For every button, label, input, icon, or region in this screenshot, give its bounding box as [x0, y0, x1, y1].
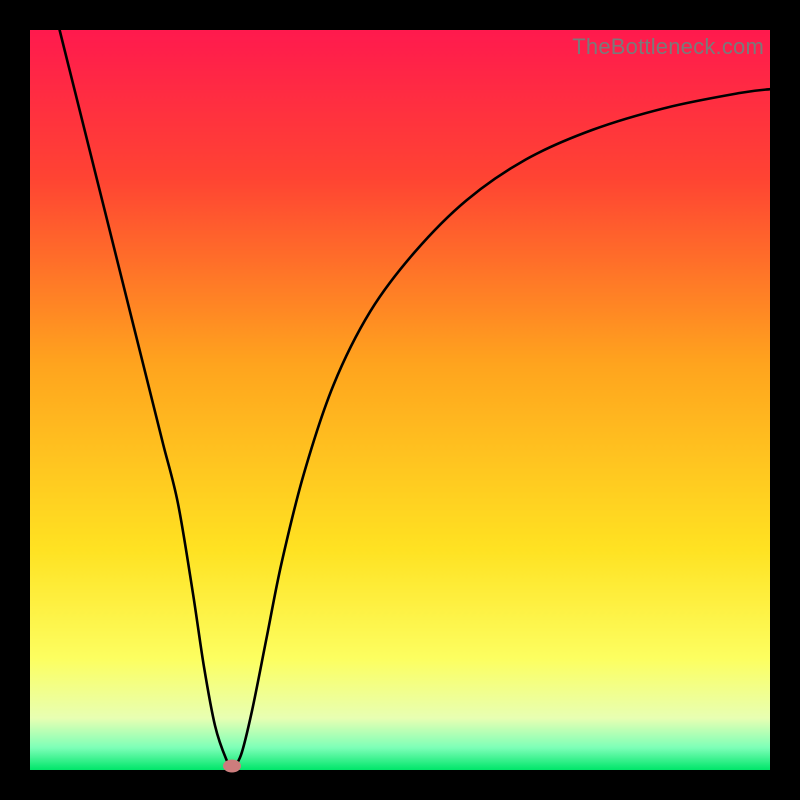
watermark-label: TheBottleneck.com [572, 34, 764, 60]
chart-frame: TheBottleneck.com [30, 30, 770, 770]
optimal-point-marker [223, 760, 241, 773]
bottleneck-curve [30, 30, 770, 770]
